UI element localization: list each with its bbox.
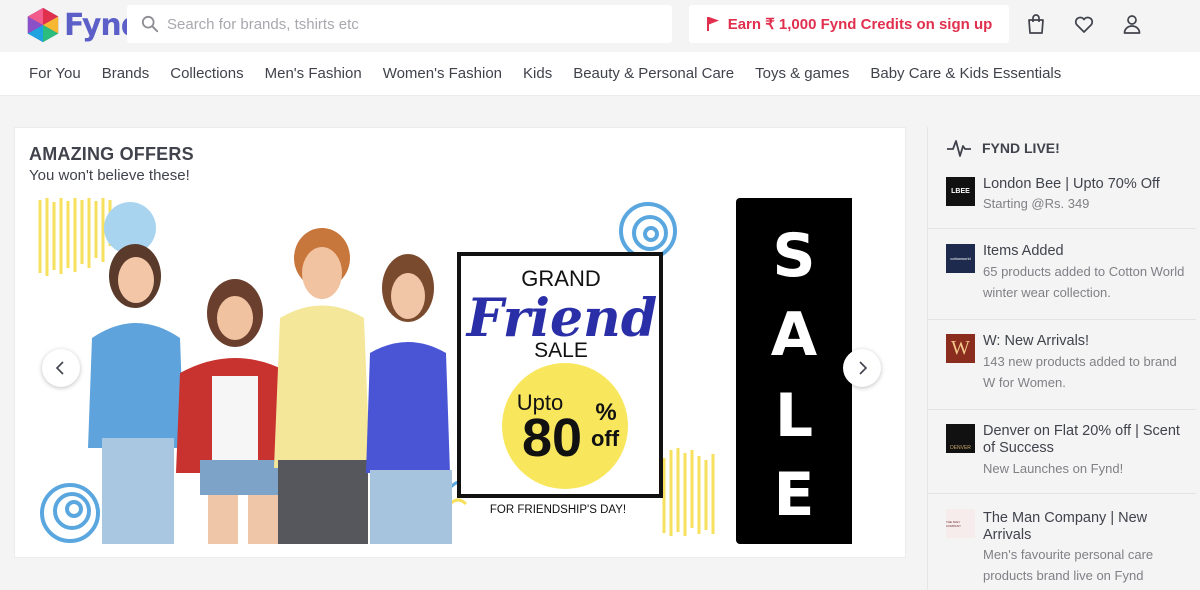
yellow-stripes-decor [38,198,112,276]
friendship-sale-artwork: GRAND Friend SALE Upto 80 % off FOR FRIE… [38,198,715,544]
offers-title: AMAZING OFFERS [29,144,194,164]
feed-title: Items Added [983,243,1064,259]
feed-title: London Bee | Upto 70% Off [983,176,1160,192]
feed-desc: 143 new products added to brand W for Wo… [983,354,1177,390]
friendship-sale-banner[interactable]: GRAND Friend SALE Upto 80 % off FOR FRIE… [30,198,721,544]
carousel-next-button[interactable] [843,349,881,387]
feed-desc: New Launches on Fynd! [983,461,1124,476]
banner-sale-text: SALE [534,339,588,362]
flag-icon [706,17,719,31]
nav-item-mens-fashion[interactable]: Men's Fashion [265,65,362,82]
nav-item-baby-care[interactable]: Baby Care & Kids Essentials [870,65,1061,82]
carousel-prev-button[interactable] [42,349,80,387]
feed-desc: 65 products added to Cotton World winter… [983,264,1185,300]
man-company-logo: THE MAN COMPANY [946,509,975,538]
search-input[interactable] [167,15,647,33]
search-icon [141,15,159,33]
w-brand-logo: W [946,334,975,363]
live-feed-item[interactable]: THE MAN COMPANY The Man Company | New Ar… [928,502,1196,590]
pulse-icon [947,140,971,157]
nav-item-for-you[interactable]: For You [29,65,81,82]
live-feed-item[interactable]: W W: New Arrivals! 143 new products adde… [928,327,1196,410]
user-icon[interactable] [1121,13,1143,35]
bag-icon[interactable] [1025,13,1047,35]
sale-letter: S [772,221,816,291]
friends-photo [88,228,452,544]
fynd-live-panel: FYND LIVE! LBEE London Bee | Upto 70% Of… [927,127,1200,590]
earn-credits-button[interactable]: Earn ₹ 1,000 Fynd Credits on sign up [689,5,1009,43]
feed-title: Denver on Flat 20% off | Scent of Succes… [983,423,1180,456]
logo-text: DENVER [950,445,971,451]
top-header: Fynd Earn ₹ 1,000 Fynd Credits on sign u… [0,0,1200,52]
nav-item-womens-fashion[interactable]: Women's Fashion [383,65,502,82]
banner-off-text: off [591,426,620,451]
feed-title: The Man Company | New Arrivals [983,510,1148,543]
feed-title: W: New Arrivals! [983,333,1090,349]
sale-banner[interactable]: S A L E [736,198,852,544]
yellow-stripes-decor-right [662,448,715,536]
sale-letter: E [773,460,815,530]
chevron-right-icon [859,361,868,375]
cottonworld-logo: cottonworld [946,244,975,273]
feed-desc: Men's favourite personal care products b… [983,547,1154,583]
chevron-left-icon [55,361,64,375]
sale-letter: A [770,300,818,370]
logo-text: cottonworld [950,256,971,261]
offers-subtitle: You won't believe these! [29,167,190,184]
nav-item-collections[interactable]: Collections [170,65,243,82]
logo-text: LBEE [951,188,970,195]
category-nav: For You Brands Collections Men's Fashion… [0,52,1200,96]
live-feed-item[interactable]: DENVER Denver on Flat 20% off | Scent of… [928,417,1196,494]
fynd-logo[interactable]: Fynd [24,6,142,44]
denver-logo: DENVER [946,424,975,453]
live-feed-item[interactable]: cottonworld Items Added 65 products adde… [928,237,1196,320]
logo-text: W [951,337,970,359]
amazing-offers-section: AMAZING OFFERS You won't believe these! [14,127,906,558]
banner-percent-sign: % [595,399,616,426]
earn-credits-label: Earn ₹ 1,000 Fynd Credits on sign up [727,16,993,33]
banner-percent-value: 80 [522,408,582,468]
fynd-logo-mark [27,7,59,43]
feed-desc: Starting @Rs. 349 [983,196,1090,211]
live-feed-item[interactable]: LBEE London Bee | Upto 70% Off Starting … [928,171,1196,229]
nav-item-toys[interactable]: Toys & games [755,65,849,82]
live-title: FYND LIVE! [982,140,1060,156]
live-header: FYND LIVE! [946,133,1060,163]
search-bar[interactable] [127,5,672,43]
london-bee-logo: LBEE [946,177,975,206]
nav-item-kids[interactable]: Kids [523,65,552,82]
nav-item-brands[interactable]: Brands [102,65,150,82]
logo-text: THE MAN COMPANY [946,519,961,528]
nav-item-beauty[interactable]: Beauty & Personal Care [573,65,734,82]
heart-icon[interactable] [1073,13,1095,35]
sale-letter: L [774,381,814,451]
banner-footer-text: FOR FRIENDSHIP'S DAY! [490,504,626,516]
